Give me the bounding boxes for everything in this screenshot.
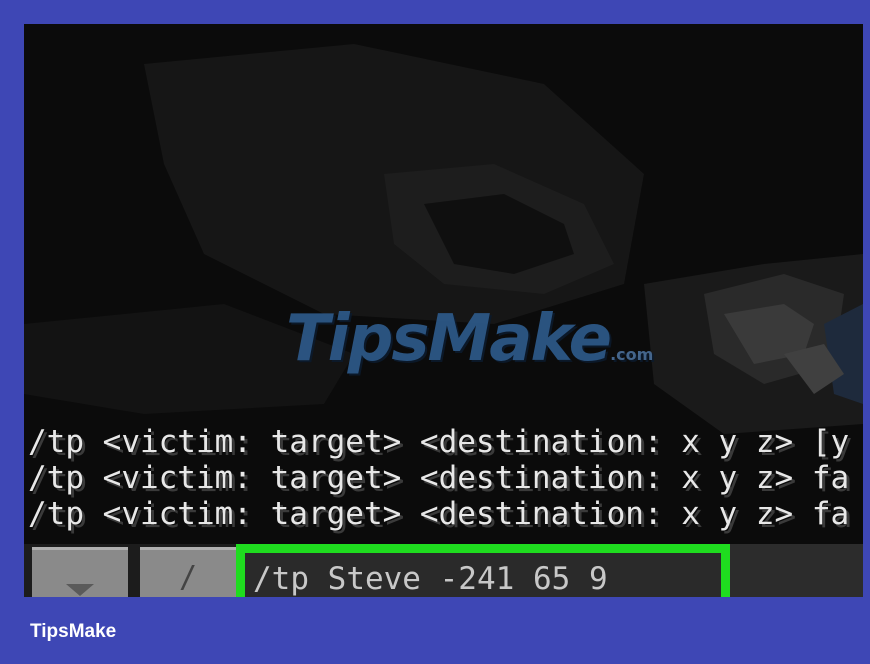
image-frame: TipsMake.com /tp <victim: target> <desti… [0, 0, 870, 664]
chat-menu-button[interactable] [32, 547, 128, 597]
slash-command-button[interactable]: / [140, 547, 236, 597]
chat-suggestion-line[interactable]: /tp <victim: target> <destination: x y z… [28, 496, 863, 532]
command-input[interactable]: /tp Steve -241 65 9 [253, 561, 713, 597]
command-input-highlight: /tp Steve -241 65 9 [236, 544, 730, 597]
game-viewport: TipsMake.com /tp <victim: target> <desti… [24, 24, 863, 597]
chat-toolbar: / /tp Steve -241 65 9 [24, 544, 863, 597]
slash-label: / [178, 560, 198, 595]
chat-suggestion-line[interactable]: /tp <victim: target> <destination: x y z… [28, 424, 863, 460]
chat-suggestions: /tp <victim: target> <destination: x y z… [28, 424, 863, 532]
footer-bar: TipsMake [0, 597, 870, 664]
watermark-logo: TipsMake.com [286, 302, 654, 376]
brand-label: TipsMake [30, 621, 117, 642]
chevron-down-icon [66, 584, 94, 596]
chat-input-extension[interactable] [730, 544, 863, 597]
chat-suggestion-line[interactable]: /tp <victim: target> <destination: x y z… [28, 460, 863, 496]
